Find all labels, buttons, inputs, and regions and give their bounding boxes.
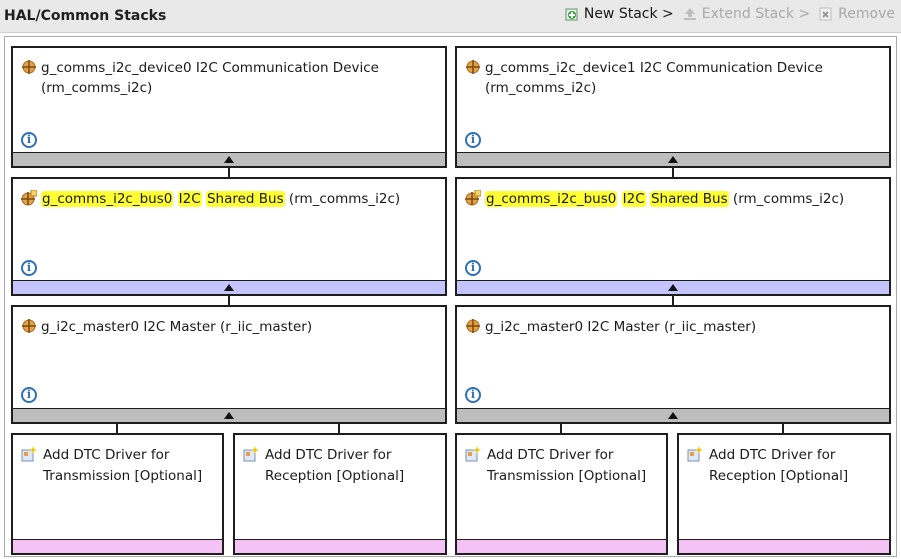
module-crosshair-icon (466, 319, 480, 333)
new-stack-label: New Stack > (583, 6, 674, 22)
collapse-arrow-icon[interactable] (668, 412, 678, 419)
module-bar (235, 539, 445, 553)
module-bar (457, 280, 889, 294)
dtc-line2: Reception [Optional] (265, 468, 405, 484)
info-icon[interactable]: i (465, 260, 481, 276)
module-name: g_comms_i2c_device0 I2C Communication De… (41, 60, 379, 76)
module-title: g_comms_i2c_bus0 I2C Shared Bus (rm_comm… (41, 189, 437, 209)
extend-stack-label: Extend Stack > (701, 6, 811, 22)
module-bar (13, 408, 445, 422)
add-driver-icon (465, 446, 481, 462)
collapse-arrow-icon[interactable] (224, 156, 234, 163)
module-name: g_comms_i2c_device1 I2C Communication De… (485, 60, 823, 76)
stack-0-dtc-tx-slot[interactable]: Add DTC Driver for Transmission [Optiona… (11, 433, 224, 555)
extend-stack-button[interactable]: Extend Stack > (682, 6, 810, 22)
bus-label-shared: Shared Bus (205, 191, 285, 207)
module-driver: (rm_comms_i2c) (41, 80, 153, 96)
collapse-arrow-icon[interactable] (668, 284, 678, 291)
info-icon[interactable]: i (21, 132, 37, 148)
shared-module-icon (465, 190, 481, 206)
dtc-line2: Transmission [Optional] (43, 468, 203, 484)
bus-label-shared: Shared Bus (649, 191, 729, 207)
info-icon[interactable]: i (21, 260, 37, 276)
new-stack-icon (565, 8, 578, 21)
bus-label-i2c: I2C (621, 191, 646, 207)
new-stack-button[interactable]: New Stack > (564, 6, 674, 22)
module-bar (679, 539, 889, 553)
shared-module-icon (21, 190, 37, 206)
module-driver: (rm_comms_i2c) (288, 191, 401, 207)
dtc-line1: Add DTC Driver for (709, 447, 836, 463)
collapse-arrow-icon[interactable] (668, 156, 678, 163)
bus-label-i2c: I2C (177, 191, 202, 207)
module-title: g_comms_i2c_bus0 I2C Shared Bus (rm_comm… (485, 189, 881, 209)
stack-0-device-module[interactable]: g_comms_i2c_device0 I2C Communication De… (11, 46, 447, 168)
collapse-arrow-icon[interactable] (224, 412, 234, 419)
stacks-toolbar: New Stack > Extend Stack > Remove (564, 6, 895, 22)
stack-1-bus-module[interactable]: g_comms_i2c_bus0 I2C Shared Bus (rm_comm… (455, 177, 891, 296)
module-bar (13, 280, 445, 294)
info-icon[interactable]: i (465, 132, 481, 148)
bus-name: g_comms_i2c_bus0 (485, 191, 618, 207)
bus-name: g_comms_i2c_bus0 (41, 191, 174, 207)
dtc-line2: Transmission [Optional] (487, 468, 647, 484)
stack-0-bus-module[interactable]: g_comms_i2c_bus0 I2C Shared Bus (rm_comm… (11, 177, 447, 296)
stack-0-master-module[interactable]: g_i2c_master0 I2C Master (r_iic_master) … (11, 305, 447, 424)
module-title: g_i2c_master0 I2C Master (r_iic_master) (485, 319, 757, 335)
dtc-title: Add DTC Driver for Transmission [Optiona… (487, 445, 646, 487)
dtc-line1: Add DTC Driver for (265, 447, 392, 463)
info-icon[interactable]: i (21, 387, 37, 403)
collapse-arrow-icon[interactable] (224, 284, 234, 291)
module-crosshair-icon (22, 319, 36, 333)
module-title: g_comms_i2c_device1 I2C Communication De… (485, 58, 881, 98)
stacks-header: HAL/Common Stacks New Stack > Extend Sta… (0, 0, 901, 33)
module-bar (457, 408, 889, 422)
remove-icon (819, 7, 832, 21)
module-crosshair-icon (22, 60, 36, 74)
add-driver-icon (243, 446, 259, 462)
add-driver-icon (21, 446, 37, 462)
stack-0-dtc-rx-slot[interactable]: Add DTC Driver for Reception [Optional] (233, 433, 447, 555)
dtc-line1: Add DTC Driver for (487, 447, 614, 463)
module-crosshair-icon (466, 60, 480, 74)
page-title: HAL/Common Stacks (4, 8, 167, 24)
remove-label: Remove (838, 6, 895, 22)
remove-button[interactable]: Remove (818, 6, 895, 22)
info-icon[interactable]: i (465, 387, 481, 403)
dtc-line2: Reception [Optional] (709, 468, 849, 484)
stack-1-dtc-tx-slot[interactable]: Add DTC Driver for Transmission [Optiona… (455, 433, 668, 555)
add-driver-icon (687, 446, 703, 462)
stack-1-dtc-rx-slot[interactable]: Add DTC Driver for Reception [Optional] (677, 433, 891, 555)
dtc-title: Add DTC Driver for Transmission [Optiona… (43, 445, 202, 487)
module-bar (457, 539, 666, 553)
module-driver: (rm_comms_i2c) (485, 80, 597, 96)
module-title: g_comms_i2c_device0 I2C Communication De… (41, 58, 437, 98)
stack-1-master-module[interactable]: g_i2c_master0 I2C Master (r_iic_master) … (455, 305, 891, 424)
extend-stack-icon (683, 8, 696, 20)
dtc-line1: Add DTC Driver for (43, 447, 170, 463)
dtc-title: Add DTC Driver for Reception [Optional] (265, 445, 404, 487)
stack-1-device-module[interactable]: g_comms_i2c_device1 I2C Communication De… (455, 46, 891, 168)
module-bar (457, 152, 889, 166)
module-driver: (rm_comms_i2c) (732, 191, 845, 207)
dtc-title: Add DTC Driver for Reception [Optional] (709, 445, 848, 487)
stacks-canvas: g_comms_i2c_device0 I2C Communication De… (4, 36, 897, 557)
module-bar (13, 152, 445, 166)
module-bar (13, 539, 222, 553)
module-title: g_i2c_master0 I2C Master (r_iic_master) (41, 319, 313, 335)
